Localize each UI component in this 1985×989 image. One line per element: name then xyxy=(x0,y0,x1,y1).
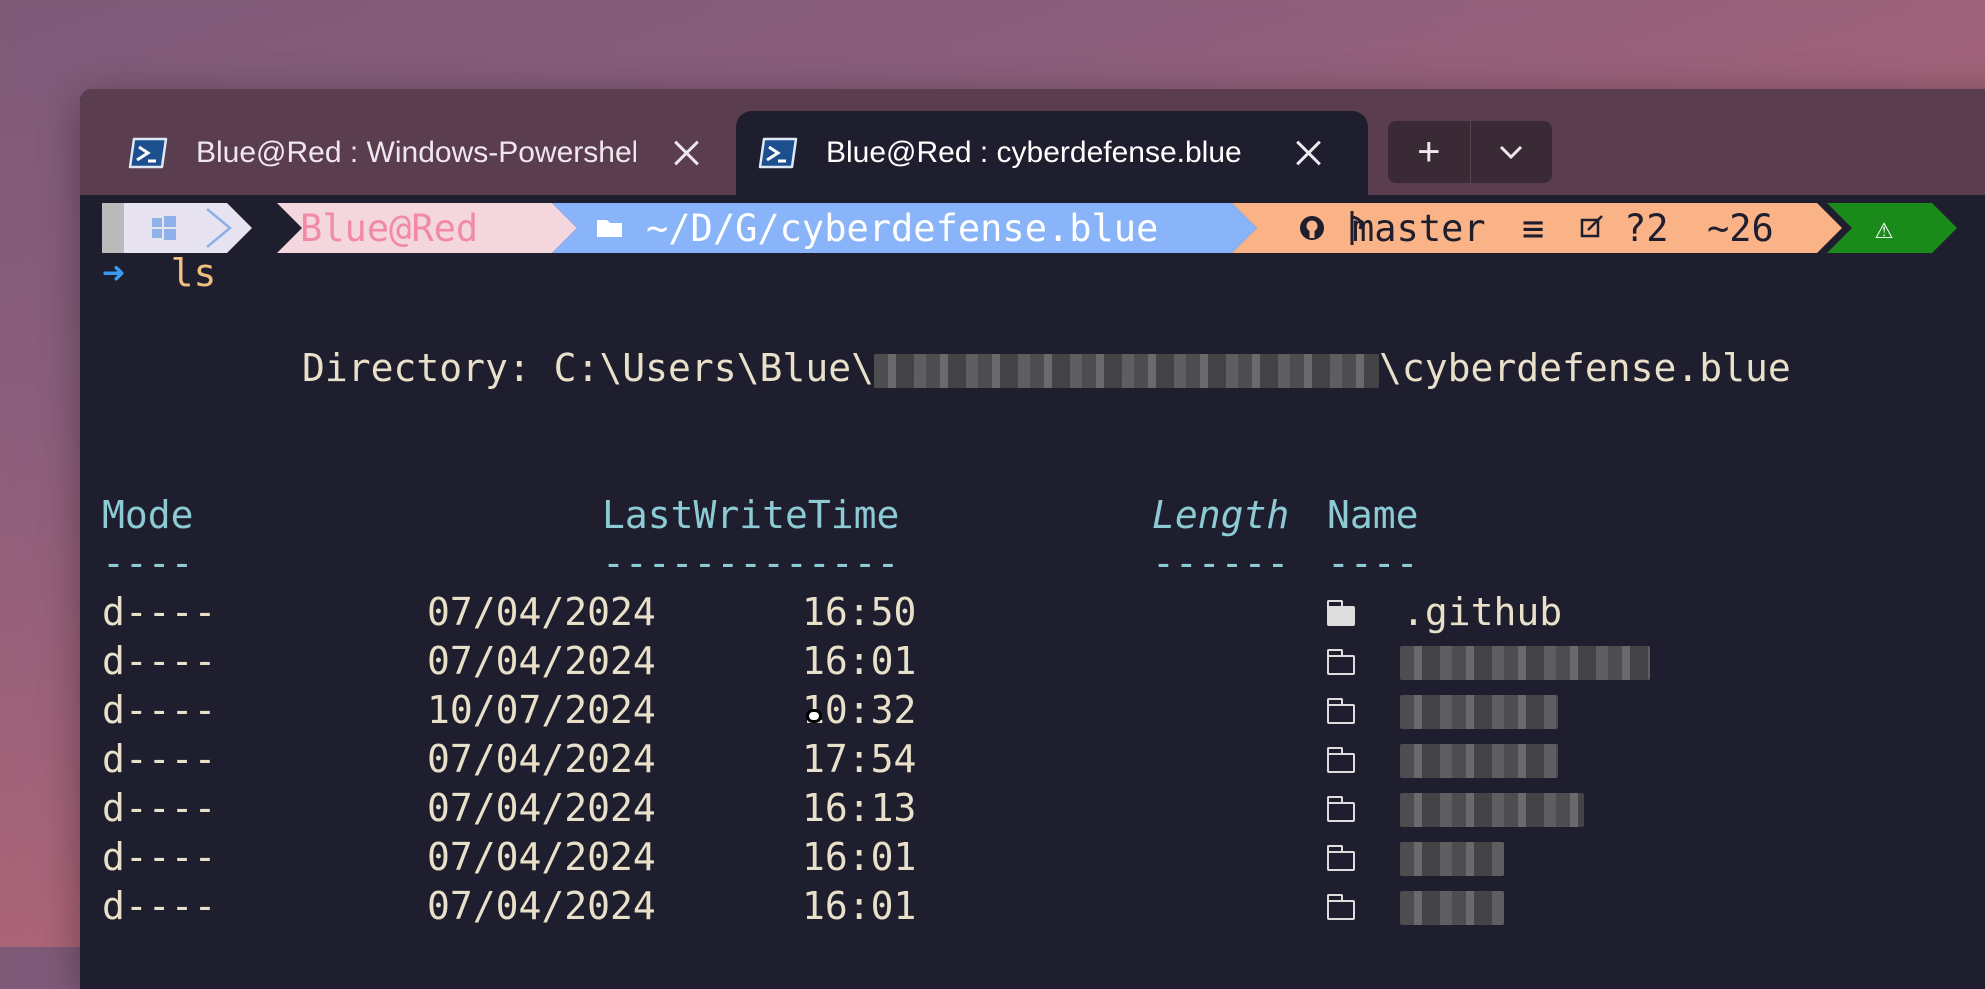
tab-actions: + xyxy=(1388,121,1552,183)
row-mode: d---- xyxy=(102,737,217,781)
row-mode: d---- xyxy=(102,590,217,634)
directory-prefix: Directory: C:\Users\Blue\ xyxy=(302,346,874,390)
tab-cyberdefense[interactable]: Blue@Red : cyberdefense.blue xyxy=(736,111,1368,195)
row-date: 10/07/2024 xyxy=(427,688,656,732)
row-time: 16:01 xyxy=(802,835,917,879)
separator-lastwritetime: ------------- xyxy=(602,541,900,585)
prompt-modified: ~26 xyxy=(1707,206,1774,250)
column-header-name: Name xyxy=(1327,493,1419,537)
column-header-lastwritetime: LastWriteTime xyxy=(602,493,900,537)
prompt-start-block xyxy=(102,203,124,253)
mouse-cursor-icon xyxy=(806,709,822,723)
tab-label: Blue@Red : Windows-Powershell xyxy=(196,136,636,169)
powershell-icon xyxy=(758,137,798,169)
row-mode: d---- xyxy=(102,688,217,732)
command-line: ➜ ls xyxy=(102,251,216,299)
row-time: 17:54 xyxy=(802,737,917,781)
new-tab-button[interactable]: + xyxy=(1388,121,1471,183)
powershell-icon xyxy=(128,137,168,169)
warning-icon: ⚠ xyxy=(1875,210,1894,246)
row-time: 16:01 xyxy=(802,884,917,928)
row-date: 07/04/2024 xyxy=(427,884,656,928)
title-bar: Blue@Red : Windows-Powershell Blue@Red :… xyxy=(80,89,1985,195)
column-header-mode: Mode xyxy=(102,493,194,537)
row-mode: d---- xyxy=(102,639,217,683)
table-row[interactable]: d---- 07/04/2024 16:01 xyxy=(102,835,1504,883)
tab-windows-powershell[interactable]: Blue@Red : Windows-Powershell xyxy=(80,111,730,195)
prompt-untracked: ?2 xyxy=(1624,206,1669,250)
row-date: 07/04/2024 xyxy=(427,639,656,683)
table-row[interactable]: d---- 10/07/2024 10:32 xyxy=(102,688,1558,736)
column-header-length: Length xyxy=(1152,493,1290,537)
terminal-window: Blue@Red : Windows-Powershell Blue@Red :… xyxy=(80,89,1985,989)
prompt-branch: master xyxy=(1352,206,1486,250)
folder-icon xyxy=(1326,698,1355,724)
row-time: 16:13 xyxy=(802,786,917,830)
github-icon xyxy=(1300,216,1324,240)
prompt-arrow-icon: ➜ xyxy=(102,251,125,295)
folder-icon xyxy=(1326,747,1355,773)
table-row[interactable]: d---- 07/04/2024 16:50 .github xyxy=(102,590,1562,638)
close-tab-icon[interactable] xyxy=(672,138,702,168)
terminal-content[interactable]: Blue@Red ~/D/G/cyberdefense.blue master … xyxy=(102,203,1985,989)
close-tab-icon[interactable] xyxy=(1294,138,1324,168)
redacted-name xyxy=(1400,744,1558,778)
command-text: ls xyxy=(170,251,217,295)
row-time: 16:01 xyxy=(802,639,917,683)
redacted-path xyxy=(873,353,1379,388)
separator-length: ------ xyxy=(1152,541,1290,585)
separator-name: ---- xyxy=(1327,541,1419,585)
github-folder-icon xyxy=(1326,600,1355,626)
prompt-git-status: ≡ xyxy=(1522,206,1545,250)
folder-icon xyxy=(1326,845,1355,871)
row-mode: d---- xyxy=(102,786,217,830)
table-row[interactable]: d---- 07/04/2024 17:54 xyxy=(102,737,1558,785)
folder-icon xyxy=(1326,796,1355,822)
redacted-name xyxy=(1400,695,1558,729)
row-time: 16:50 xyxy=(802,590,917,634)
os-segment xyxy=(124,203,252,253)
separator-mode: ---- xyxy=(102,541,194,585)
redacted-name xyxy=(1400,842,1504,876)
tab-dropdown-button[interactable] xyxy=(1471,121,1553,183)
table-row[interactable]: d---- 07/04/2024 16:01 xyxy=(102,884,1504,932)
redacted-name xyxy=(1400,646,1650,680)
row-date: 07/04/2024 xyxy=(427,737,656,781)
directory-line: Directory: C:\Users\Blue\ \cyberdefense.b… xyxy=(302,346,1791,394)
table-row[interactable]: d---- 07/04/2024 16:13 xyxy=(102,786,1584,834)
folder-icon xyxy=(1326,649,1355,675)
prompt-path: ~/D/G/cyberdefense.blue xyxy=(646,206,1159,250)
row-mode: d---- xyxy=(102,835,217,879)
row-name: .github xyxy=(1402,590,1563,634)
row-date: 07/04/2024 xyxy=(427,835,656,879)
tab-label: Blue@Red : cyberdefense.blue xyxy=(826,136,1242,169)
prompt-user: Blue@Red xyxy=(300,206,479,250)
folder-icon xyxy=(1326,894,1355,920)
row-date: 07/04/2024 xyxy=(427,590,656,634)
redacted-name xyxy=(1400,793,1584,827)
table-row[interactable]: d---- 07/04/2024 16:01 xyxy=(102,639,1650,687)
row-date: 07/04/2024 xyxy=(427,786,656,830)
chevron-down-icon xyxy=(1500,145,1523,159)
directory-suffix: \cyberdefense.blue xyxy=(1378,346,1791,390)
redacted-name xyxy=(1400,891,1504,925)
row-mode: d---- xyxy=(102,884,217,928)
